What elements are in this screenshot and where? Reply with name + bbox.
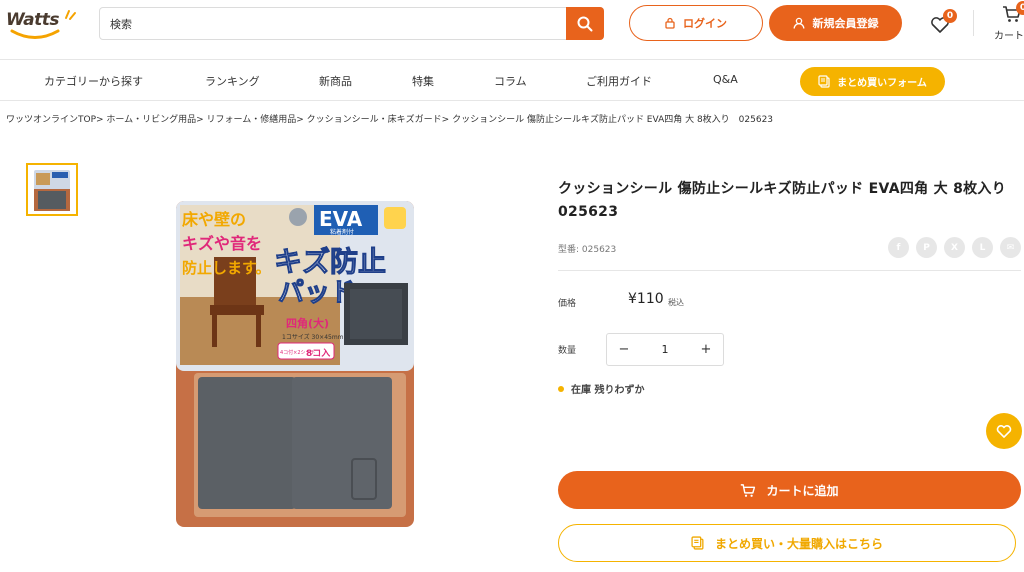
thumbnail-image — [34, 170, 70, 211]
clipboard-icon — [691, 536, 704, 550]
bulk-purchase-button[interactable]: まとめ買い・大量購入はこちら — [558, 524, 1016, 562]
search-icon — [577, 16, 593, 31]
stock-text: 在庫 残りわずか — [571, 385, 645, 396]
login-button[interactable]: ログイン — [629, 5, 763, 41]
cart-button[interactable]: 0 カート — [994, 1, 1024, 44]
logo-smile-icon — [10, 29, 60, 39]
quantity-decrease-button[interactable]: − — [607, 334, 641, 365]
bulk-purchase-label: まとめ買い・大量購入はこちら — [714, 536, 883, 551]
pkg-shape: 四角(大) — [286, 316, 329, 330]
stock-status: 在庫 残りわずか — [558, 381, 644, 396]
tax-label: 税込 — [668, 298, 684, 307]
nav-item-column[interactable]: コラム — [494, 73, 527, 89]
logo-sparkle-icon — [65, 10, 76, 20]
main-nav: カテゴリーから探す ランキング 新商品 特集 コラム ご利用ガイド Q&A まと… — [0, 61, 1024, 101]
cart-count-badge: 0 — [1016, 1, 1024, 15]
search-input[interactable] — [110, 13, 560, 35]
product-title: クッションシール 傷防止シールキズ防止パッド EVA四角 大 8枚入り 0256… — [558, 181, 1021, 220]
quantity-increase-button[interactable]: + — [689, 334, 723, 365]
product-sku: 型番: 025623 — [558, 245, 617, 255]
email-share-icon[interactable]: ✉ — [1000, 237, 1021, 258]
pkg-name-1: キズ防止 — [274, 245, 386, 278]
nav-item-ranking[interactable]: ランキング — [205, 73, 260, 89]
pkg-headline-2: キズや音を — [182, 234, 262, 253]
heart-icon — [996, 424, 1012, 438]
pkg-eva: EVA — [319, 207, 363, 231]
lock-icon — [665, 17, 675, 29]
nav-item-features[interactable]: 特集 — [412, 73, 434, 89]
product-main-image[interactable]: 床や壁の キズや音を 防止します。 EVA 粘着剤付 キズ防止 パッド 四角(大… — [174, 197, 420, 529]
x-share-icon[interactable]: X — [944, 237, 965, 258]
info-divider — [558, 270, 1021, 271]
logo-text: Watts — [6, 10, 59, 30]
search-button[interactable] — [566, 7, 604, 40]
pinterest-share-icon[interactable]: P — [916, 237, 937, 258]
nav-item-qa[interactable]: Q&A — [713, 73, 738, 86]
add-to-cart-button[interactable]: カートに追加 — [558, 471, 1021, 509]
pkg-size: 1コサイズ 30×45mm — [282, 333, 344, 341]
cart-label: カート — [994, 31, 1024, 42]
pkg-eva-sub: 粘着剤付 — [330, 228, 354, 236]
wishlist-button[interactable]: 0 — [929, 9, 957, 35]
facebook-share-icon[interactable]: f — [888, 237, 909, 258]
register-button[interactable]: 新規会員登録 — [769, 5, 902, 41]
nav-item-categories[interactable]: カテゴリーから探す — [44, 73, 143, 89]
breadcrumb[interactable]: ワッツオンラインTOP> ホーム・リビング用品> リフォーム・修繕用品> クッシ… — [6, 112, 773, 125]
search-box — [99, 7, 604, 40]
watts-logo[interactable]: Watts — [6, 8, 76, 39]
product-thumbnail[interactable] — [26, 163, 78, 216]
login-label: ログイン — [683, 17, 727, 30]
header-divider — [973, 10, 974, 36]
price-value: ¥110 — [628, 291, 664, 307]
nav-item-guide[interactable]: ご利用ガイド — [586, 73, 652, 89]
nav-item-new[interactable]: 新商品 — [319, 73, 352, 89]
user-icon — [793, 17, 804, 29]
wishlist-count-badge: 0 — [943, 9, 957, 23]
quantity-input[interactable] — [641, 334, 689, 365]
cart-icon — [741, 483, 756, 497]
line-share-icon[interactable]: L — [972, 237, 993, 258]
favorite-floating-button[interactable] — [986, 413, 1022, 449]
share-buttons: f P X L ✉ — [888, 237, 1021, 258]
pkg-headline-3: 防止します。 — [182, 259, 271, 277]
pkg-headline-1: 床や壁の — [182, 210, 246, 229]
pkg-count: 8コ入 — [306, 348, 330, 359]
price-label: 価格 — [558, 299, 577, 309]
quantity-stepper: − + — [606, 333, 724, 366]
quantity-label: 数量 — [558, 346, 577, 356]
site-header: Watts ログイン 新規会員登録 — [0, 0, 1024, 60]
clipboard-icon — [818, 75, 830, 88]
register-label: 新規会員登録 — [812, 17, 879, 30]
add-to-cart-label: カートに追加 — [766, 483, 839, 498]
bulk-order-form-button[interactable]: まとめ買いフォーム — [800, 67, 945, 96]
stock-dot-icon — [558, 385, 564, 392]
bulk-order-form-label: まとめ買いフォーム — [837, 78, 927, 89]
